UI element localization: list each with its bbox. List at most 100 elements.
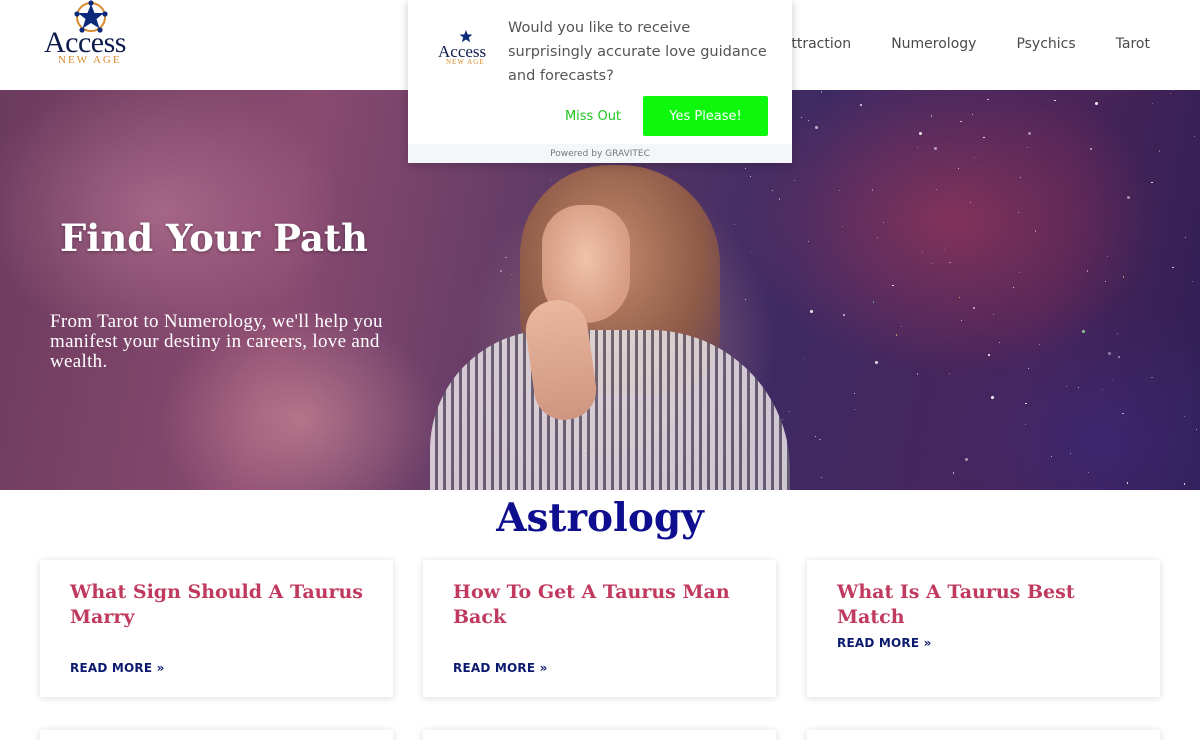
star-speck — [1088, 471, 1090, 473]
star-speck — [1184, 415, 1186, 417]
star-speck — [1028, 368, 1030, 370]
star-speck — [988, 354, 990, 356]
popup-logo-tagline: NEW AGE — [446, 58, 485, 66]
article-card-title[interactable]: What Is A Taurus Best Match — [837, 580, 1137, 630]
star-speck — [918, 132, 922, 136]
star-speck — [820, 476, 823, 479]
star-speck — [1193, 135, 1196, 138]
star-speck — [1025, 402, 1027, 405]
article-card[interactable]: What Is A Taurus Best Match READ MORE » — [807, 560, 1160, 697]
read-more-link[interactable]: READ MORE » — [453, 661, 548, 675]
star-speck — [916, 373, 919, 375]
popup-powered-by: Powered by GRAVITEC — [408, 144, 792, 163]
star-speck — [916, 147, 918, 149]
star-speck — [990, 396, 994, 400]
star-speck — [949, 373, 951, 375]
star-speck — [958, 167, 960, 169]
star-speck — [964, 457, 968, 461]
star-speck — [901, 326, 903, 328]
article-card-next-row — [40, 730, 393, 740]
star-speck — [943, 248, 946, 251]
star-speck — [1066, 385, 1068, 387]
push-notification-prompt: Access NEW AGE Would you like to receive… — [408, 0, 792, 163]
star-speck — [800, 116, 802, 118]
star-speck — [871, 189, 874, 191]
star-speck — [973, 307, 975, 309]
article-card-title[interactable]: How To Get A Taurus Man Back — [453, 580, 753, 630]
star-speck — [853, 409, 855, 411]
star-speck — [922, 250, 924, 252]
star-speck — [959, 296, 961, 298]
star-speck — [1183, 483, 1186, 485]
star-speck — [1118, 356, 1120, 358]
star-speck — [808, 120, 810, 122]
popup-message: Would you like to receive surprisingly a… — [508, 20, 767, 84]
nav-item-tarot[interactable]: Tarot — [1116, 36, 1150, 52]
star-speck — [1122, 276, 1125, 278]
miss-out-button[interactable]: Miss Out — [548, 96, 638, 136]
star-speck — [1027, 147, 1029, 149]
star-speck — [1039, 344, 1041, 346]
star-speck — [802, 358, 804, 360]
star-speck — [853, 393, 855, 395]
star-speck — [1151, 376, 1153, 379]
star-speck — [1104, 281, 1106, 283]
star-speck — [1019, 177, 1021, 179]
star-speck — [960, 120, 962, 123]
star-speck — [1116, 333, 1118, 335]
star-speck — [807, 240, 809, 242]
star-speck — [987, 98, 989, 101]
site-logo[interactable]: Access NEW AGE — [42, 0, 142, 70]
star-speck — [973, 157, 975, 159]
star-speck — [935, 189, 937, 191]
yes-please-button[interactable]: Yes Please! — [643, 96, 768, 136]
star-speck — [1172, 266, 1174, 269]
star-speck — [1094, 102, 1098, 106]
hero-description: From Tarot to Numerology, we'll help you… — [50, 311, 383, 372]
section-title: Astrology — [496, 495, 704, 541]
star-speck — [1126, 482, 1129, 484]
star-speck — [1108, 351, 1112, 355]
star-speck — [1086, 270, 1089, 272]
hero-portrait-image — [430, 165, 790, 490]
article-card[interactable]: What Sign Should A Taurus Marry READ MOR… — [40, 560, 393, 697]
star-speck — [1102, 388, 1104, 390]
star-speck — [1081, 330, 1085, 334]
star-speck — [1051, 455, 1053, 457]
star-speck — [1151, 181, 1153, 184]
star-speck — [960, 320, 962, 322]
star-speck — [1017, 212, 1019, 214]
star-speck — [949, 261, 951, 264]
read-more-link[interactable]: READ MORE » — [70, 661, 165, 675]
star-speck — [930, 262, 932, 264]
star-speck — [1158, 150, 1161, 152]
star-speck — [1185, 236, 1187, 238]
nav-item-psychics[interactable]: Psychics — [1016, 36, 1075, 52]
star-speck — [839, 190, 841, 192]
star-speck — [793, 179, 795, 181]
star-speck — [860, 104, 862, 106]
star-speck — [1054, 99, 1056, 102]
popup-logo: Access NEW AGE — [438, 28, 494, 68]
read-more-link[interactable]: READ MORE » — [837, 636, 932, 650]
star-speck — [970, 202, 972, 204]
article-card-next-row — [423, 730, 776, 740]
nav-item-attraction[interactable]: Attraction — [782, 36, 851, 52]
star-speck — [1127, 195, 1131, 199]
star-speck — [810, 309, 814, 313]
star-speck — [1034, 230, 1036, 232]
star-speck — [815, 126, 819, 130]
star-speck — [820, 91, 823, 93]
article-card-title[interactable]: What Sign Should A Taurus Marry — [70, 580, 370, 630]
star-speck — [872, 301, 875, 303]
main-nav: Attraction Numerology Psychics Tarot — [782, 36, 1150, 52]
star-speck — [1028, 131, 1032, 135]
star-speck — [814, 435, 817, 438]
nav-item-numerology[interactable]: Numerology — [891, 36, 976, 52]
article-card[interactable]: How To Get A Taurus Man Back READ MORE » — [423, 560, 776, 697]
article-card-next-row — [807, 730, 1160, 740]
star-speck — [895, 334, 898, 336]
star-speck — [876, 236, 878, 238]
star-speck — [892, 284, 894, 287]
star-speck — [1012, 286, 1014, 288]
